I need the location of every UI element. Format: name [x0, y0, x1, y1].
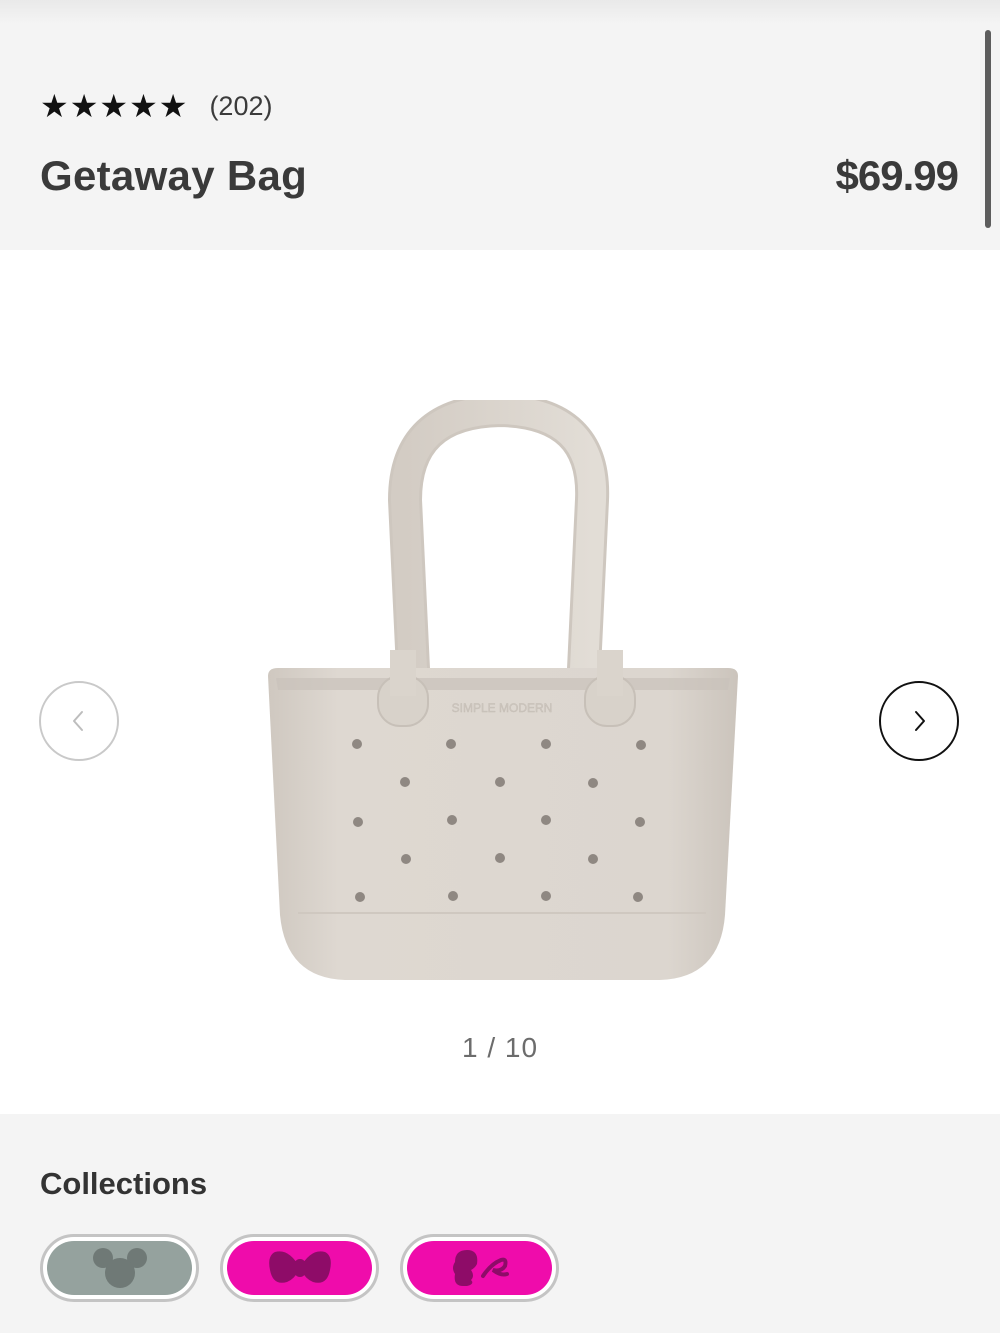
product-price: $69.99 — [835, 152, 959, 199]
collections-section: Collections — [0, 1114, 1000, 1333]
mickey-ears-icon — [92, 1248, 147, 1288]
star-icon: ★ — [69, 87, 99, 125]
rating[interactable]: ★ ★ ★ ★ ★ (202) — [40, 86, 272, 126]
product-image: SIMPLE MODERN — [268, 400, 738, 980]
collections-title: Collections — [40, 1166, 208, 1201]
chevron-right-icon — [915, 711, 925, 731]
bag-brand-emboss: SIMPLE MODERN — [452, 701, 553, 715]
image-pager: 1 / 10 — [461, 1032, 539, 1063]
status-shade — [0, 0, 1000, 24]
star-icon: ★ — [99, 87, 129, 125]
review-count[interactable]: (202) — [209, 91, 272, 122]
bow-icon — [268, 1251, 331, 1283]
star-rating: ★ ★ ★ ★ ★ — [40, 90, 187, 122]
product-gallery: SIMPLE MODERN 1 / 10 — [0, 250, 1000, 1114]
scrollbar[interactable] — [985, 30, 991, 228]
star-icon: ★ — [40, 87, 69, 125]
chevron-left-icon — [73, 711, 83, 731]
star-icon: ★ — [129, 87, 158, 125]
collection-barbie-swatch — [407, 1241, 552, 1295]
collections-list — [40, 1234, 559, 1302]
previous-image-button[interactable] — [39, 681, 119, 761]
collection-minnie-button[interactable] — [220, 1234, 379, 1302]
collection-barbie-button[interactable] — [400, 1234, 559, 1302]
next-image-button[interactable] — [879, 681, 959, 761]
collection-mickey-button[interactable] — [40, 1234, 199, 1302]
collection-mickey-swatch — [47, 1241, 192, 1295]
product-title: Getaway Bag — [40, 152, 308, 199]
barbie-silhouette-icon — [452, 1250, 509, 1286]
product-header: ★ ★ ★ ★ ★ (202) Getaway Bag $69.99 — [0, 0, 1000, 250]
collection-minnie-swatch — [227, 1241, 372, 1295]
star-icon: ★ — [158, 87, 188, 125]
